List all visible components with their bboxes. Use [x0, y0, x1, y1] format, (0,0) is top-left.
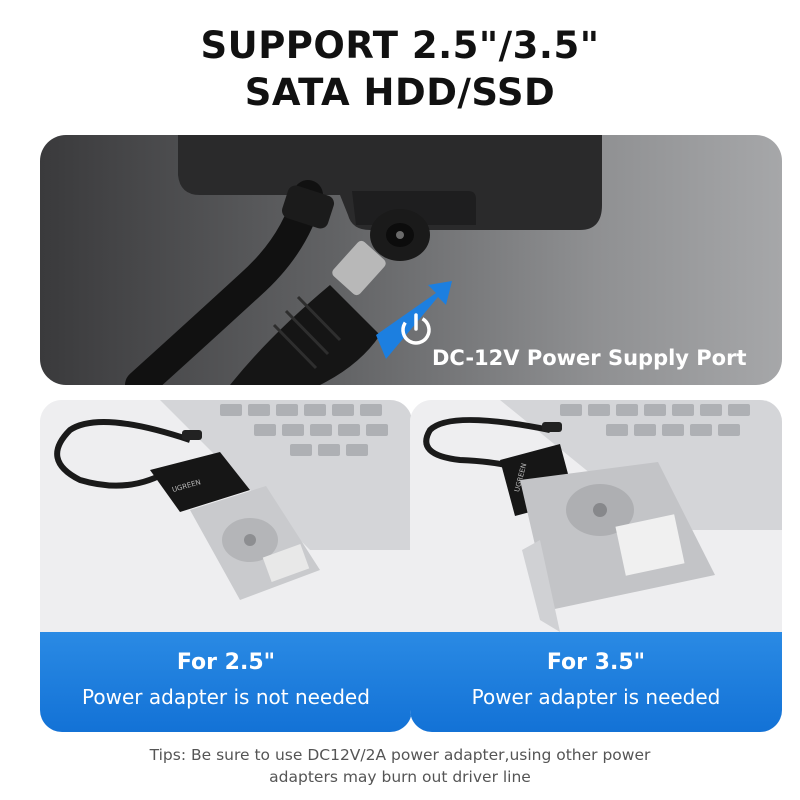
tips-note: Tips: Be sure to use DC12V/2A power adap…	[0, 744, 800, 788]
headline-line-1: SUPPORT 2.5"/3.5"	[200, 24, 600, 67]
panel-subtitle-2-5: Power adapter is not needed	[82, 685, 370, 709]
tips-line-2: adapters may burn out driver line	[269, 768, 531, 786]
panel-2-5-inch: UGREEN For 2.5" Power adapter is not nee…	[40, 400, 412, 732]
headline: SUPPORT 2.5"/3.5" SATA HDD/SSD	[0, 22, 800, 116]
panel-band-right	[410, 632, 782, 732]
panel-3-5-inch: UGREEN For 3.5" Power adapter is needed	[410, 400, 782, 732]
panel-title-3-5: For 3.5"	[546, 650, 646, 675]
tips-line-1: Tips: Be sure to use DC12V/2A power adap…	[149, 746, 651, 764]
headline-line-2: SATA HDD/SSD	[244, 71, 556, 114]
panel-band-left	[40, 632, 412, 732]
hdd-2-5-illustration: UGREEN	[40, 400, 412, 632]
hdd-3-5-illustration: UGREEN	[410, 400, 782, 632]
panel-title-2-5: For 2.5"	[176, 650, 276, 675]
panel-subtitle-3-5: Power adapter is needed	[471, 685, 721, 709]
power-port-caption: DC-12V Power Supply Port	[432, 346, 747, 370]
